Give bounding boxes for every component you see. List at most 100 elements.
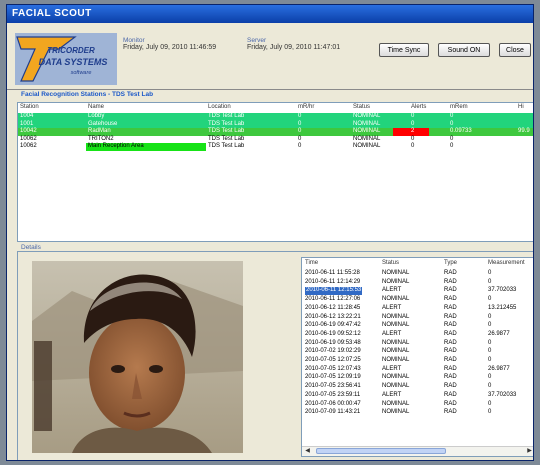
log-row[interactable]: 2010-07-05 23:59:11 ALERT RAD 37.702033 — [302, 391, 533, 400]
details-panel: Time Status Type Measurement 2010-06-11 11:5… — [17, 251, 533, 460]
log-cell: 0 — [488, 339, 492, 346]
station-row[interactable]: 10062 Main Reception Area TDS Test Lab 0 NOM… — [18, 143, 533, 151]
station-cell: 0 — [298, 120, 302, 127]
log-cell: NOMINAL — [382, 374, 410, 381]
log-cell: 2010-06-11 12:15:53 — [305, 287, 363, 296]
log-cell: NOMINAL — [382, 296, 410, 303]
log-row[interactable]: 2010-06-11 12:14:29 NOMINAL RAD 0 — [302, 278, 533, 287]
log-cell: 26.9877 — [488, 330, 510, 337]
log-column-header[interactable]: Status — [382, 260, 399, 268]
station-cell: TDS Test Lab — [208, 113, 245, 119]
tds-logo: TRICORDER DATA SYSTEMS software — [15, 33, 117, 85]
log-cell: 2010-07-05 12:07:43 — [305, 365, 361, 372]
log-cell: RAD — [444, 278, 457, 285]
stations-column-header[interactable]: Name — [88, 104, 104, 112]
station-cell: 1001 — [20, 120, 34, 127]
log-cell: 0 — [488, 313, 492, 320]
station-row[interactable]: 1004 Lobby TDS Test Lab 0 NOMINAL 0 0 — [18, 113, 533, 121]
log-cell: 2010-06-11 12:27:06 — [305, 296, 361, 303]
stations-title: Facial Recognition Stations - TDS Test L… — [21, 91, 154, 98]
log-row[interactable]: 2010-07-06 00:00:47 NOMINAL RAD 0 — [302, 400, 533, 409]
log-row[interactable]: 2010-06-11 11:55:28 NOMINAL RAD 0 — [302, 270, 533, 278]
log-cell: RAD — [444, 270, 457, 276]
log-cell: NOMINAL — [382, 400, 410, 407]
station-row[interactable]: 1001 Gatehouse TDS Test Lab 0 NOMINAL 0 0 — [18, 120, 533, 129]
log-cell: 2010-06-19 09:47:42 — [305, 322, 361, 329]
log-column-header[interactable]: Time — [305, 260, 318, 268]
log-cell: RAD — [444, 322, 457, 329]
log-cell: 2010-06-11 12:14:29 — [305, 278, 361, 285]
log-row[interactable]: 2010-07-05 23:56:41 NOMINAL RAD 0 — [302, 383, 533, 391]
station-cell: 0 — [450, 120, 454, 127]
station-cell: NOMINAL — [353, 113, 381, 119]
log-row[interactable]: 2010-06-12 13:22:21 NOMINAL RAD 0 — [302, 313, 533, 322]
station-cell: Main Reception Area — [88, 143, 144, 150]
log-row[interactable]: 2010-07-02 19:02:29 NOMINAL RAD 0 — [302, 348, 533, 356]
log-row[interactable]: 2010-06-19 09:53:48 NOMINAL RAD 0 — [302, 339, 533, 348]
log-row[interactable]: 2010-06-12 11:28:45 ALERT RAD 13.212455 — [302, 304, 533, 313]
log-cell: 0 — [488, 296, 492, 303]
log-row[interactable]: 2010-06-19 09:52:12 ALERT RAD 26.9877 — [302, 330, 533, 339]
station-cell: RadMan — [88, 128, 111, 135]
log-horizontal-scrollbar[interactable]: ◀ ▶ — [302, 446, 533, 456]
stations-column-header[interactable]: Station — [20, 104, 39, 112]
log-cell: 13.212455 — [488, 304, 517, 311]
station-row[interactable]: 10042 RadMan TDS Test Lab 0 NOMINAL 2 0.09733 9… — [18, 128, 533, 136]
stations-column-header[interactable]: Alerts — [411, 104, 426, 112]
window-title: FACIAL SCOUT — [7, 5, 533, 23]
app-window: FACIAL SCOUT TRICORDER DATA SYSTEMS soft… — [6, 4, 534, 461]
log-cell: NOMINAL — [382, 348, 410, 355]
station-cell: TDS Test Lab — [208, 120, 245, 127]
station-cell: 1004 — [20, 113, 34, 119]
log-cell: 0 — [488, 357, 492, 363]
stations-column-header[interactable]: mR/hr — [298, 104, 314, 112]
station-cell: 0 — [411, 120, 415, 127]
monitor-label: Monitor — [123, 37, 145, 44]
log-cell: 26.9877 — [488, 365, 510, 372]
stations-column-header[interactable]: Hi — [518, 104, 524, 112]
log-row[interactable]: 2010-07-05 12:07:25 NOMINAL RAD 0 — [302, 357, 533, 365]
sound-toggle-button[interactable]: Sound ON — [438, 43, 490, 57]
scroll-right-icon[interactable]: ▶ — [525, 447, 533, 455]
log-cell: ALERT — [382, 391, 402, 398]
station-cell: 10062 — [20, 135, 37, 142]
logo-line3: software — [71, 70, 92, 76]
stations-column-header[interactable]: Status — [353, 104, 370, 112]
log-column-header[interactable]: Type — [444, 260, 457, 268]
log-row[interactable]: 2010-06-11 12:27:06 NOMINAL RAD 0 — [302, 296, 533, 304]
station-cell: 0 — [450, 135, 454, 142]
station-cell: TRITON2 — [88, 135, 114, 142]
station-row[interactable]: 10062 TRITON2 TDS Test Lab 0 NOMINAL 0 0 — [18, 135, 533, 144]
station-cell: 0 — [411, 135, 415, 142]
log-cell: ALERT — [382, 304, 402, 311]
log-cell: 2010-07-05 12:09:19 — [305, 374, 361, 381]
log-cell: 2010-06-11 11:55:28 — [305, 270, 360, 276]
log-cell: 0 — [488, 322, 492, 329]
log-cell: ALERT — [382, 365, 402, 372]
log-row[interactable]: 2010-07-05 12:07:43 ALERT RAD 26.9877 — [302, 365, 533, 374]
stations-column-header[interactable]: mRem — [450, 104, 468, 112]
header-divider — [7, 89, 533, 90]
log-row[interactable]: 2010-06-19 09:47:42 NOMINAL RAD 0 — [302, 322, 533, 330]
log-cell: 2010-07-05 12:07:25 — [305, 357, 361, 363]
server-label: Server — [247, 37, 267, 44]
log-cell: 0 — [488, 278, 492, 285]
log-row[interactable]: 2010-07-09 11:43:21 NOMINAL RAD 0 — [302, 409, 533, 417]
stations-column-header[interactable]: Location — [208, 104, 231, 112]
log-row[interactable]: 2010-07-05 12:09:19 NOMINAL RAD 0 — [302, 374, 533, 382]
station-cell: 10042 — [20, 128, 37, 135]
close-button[interactable]: Close — [499, 43, 531, 57]
scrollbar-thumb[interactable] — [316, 448, 446, 454]
log-header-row: Time Status Type Measurement — [302, 260, 533, 268]
log-cell: RAD — [444, 287, 457, 294]
log-column-header[interactable]: Measurement — [488, 260, 525, 268]
time-sync-button[interactable]: Time Sync — [379, 43, 429, 57]
log-cell: NOMINAL — [382, 322, 410, 329]
station-cell: 10062 — [20, 143, 37, 150]
station-cell: Gatehouse — [88, 120, 118, 127]
log-cell: RAD — [444, 365, 457, 372]
station-cell: 99.9 — [518, 128, 530, 135]
log-cell: 0 — [488, 383, 492, 390]
scroll-left-icon[interactable]: ◀ — [303, 447, 312, 455]
log-row[interactable]: 2010-06-11 12:15:53 ALERT RAD 37.702033 — [302, 287, 533, 296]
